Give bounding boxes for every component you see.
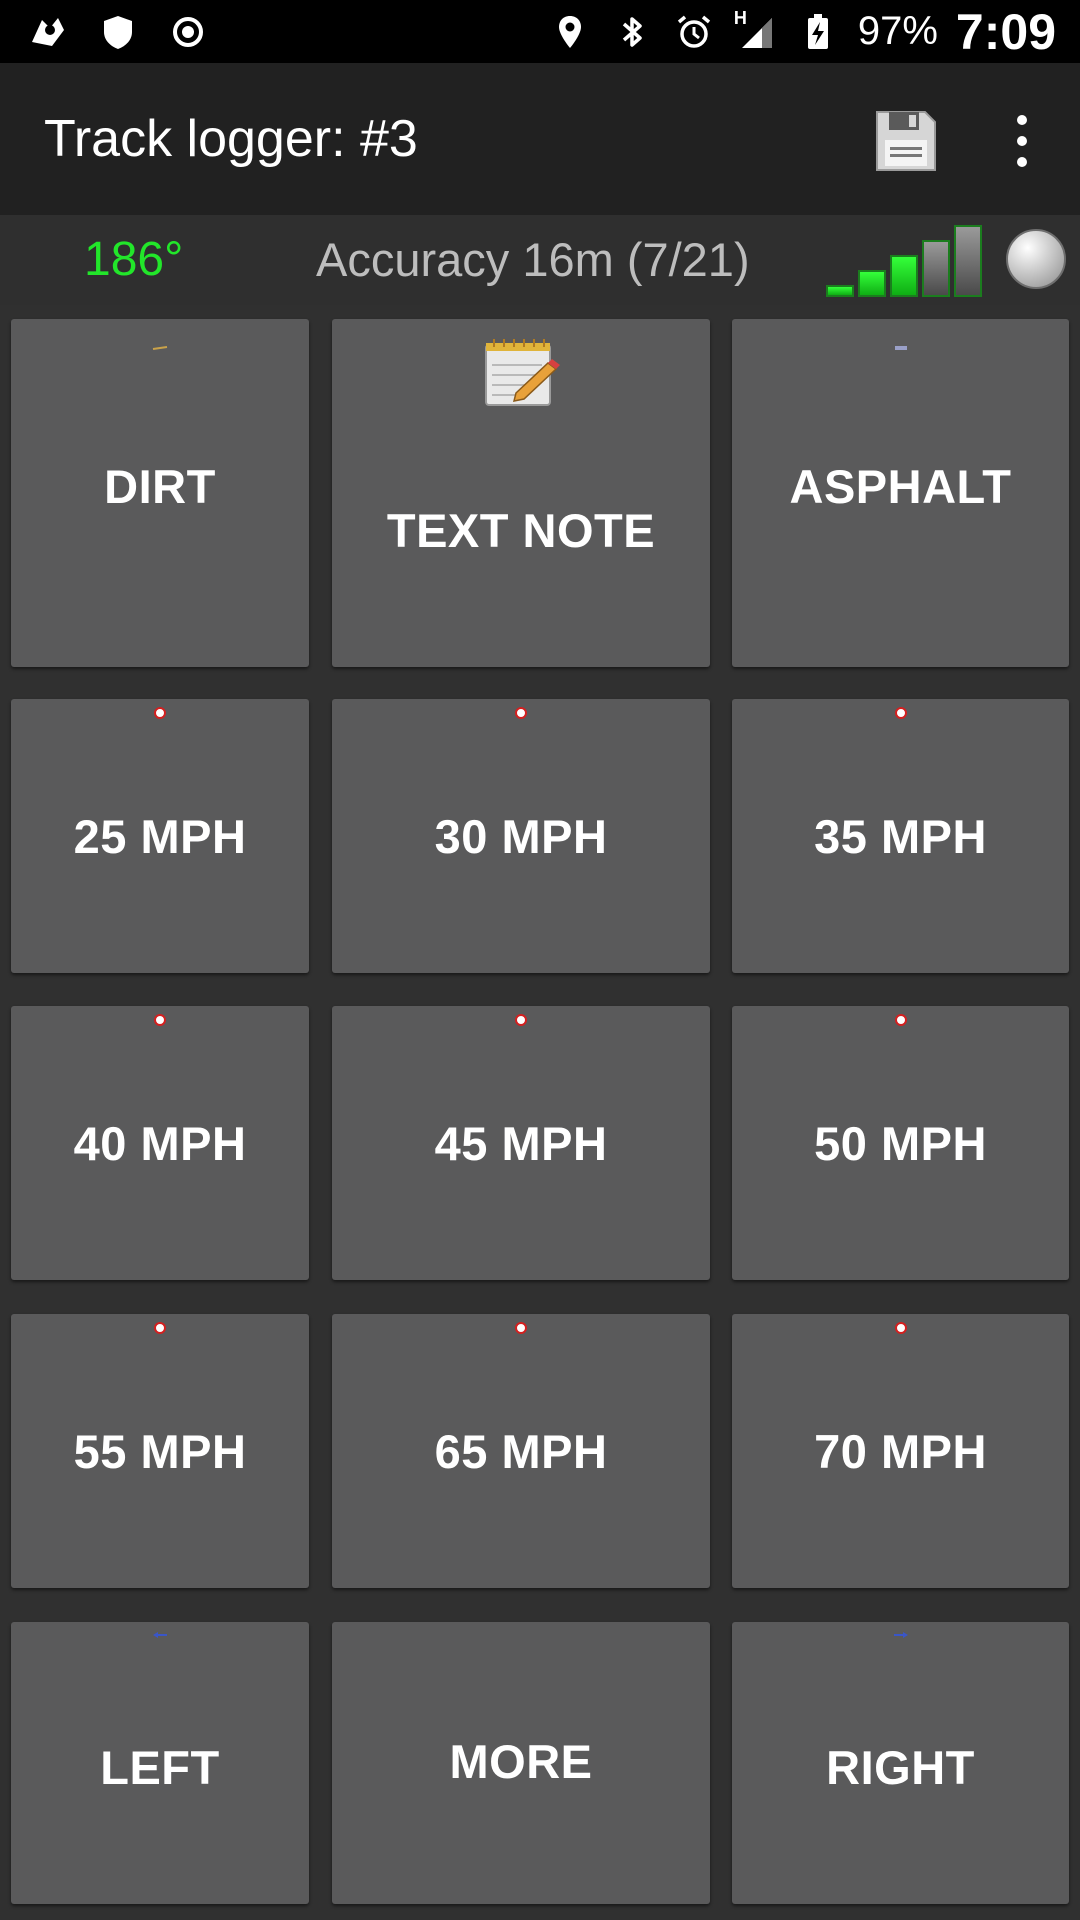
right-button[interactable]: RIGHT: [732, 1622, 1069, 1904]
tile-label: DIRT: [104, 459, 216, 513]
asphalt-icon: [894, 346, 907, 350]
app-notification-icon: [26, 10, 70, 54]
dirt-icon: [152, 346, 168, 350]
speed-25-button[interactable]: 25 MPH: [11, 699, 309, 973]
speed-sign-icon: [515, 1014, 527, 1026]
speed-50-button[interactable]: 50 MPH: [732, 1006, 1069, 1280]
network-type-label: H: [733, 7, 747, 28]
tile-label: 50 MPH: [814, 1116, 987, 1170]
speed-30-button[interactable]: 30 MPH: [332, 699, 710, 973]
speed-sign-icon: [154, 1322, 166, 1334]
signal-bar: [826, 285, 854, 297]
text-note-button[interactable]: TEXT NOTE: [332, 319, 710, 667]
more-button[interactable]: MORE: [332, 1622, 710, 1904]
heading-readout: 186°: [84, 233, 184, 286]
menu-dot-icon: [1017, 115, 1027, 125]
battery-charging-icon: [796, 10, 840, 54]
status-bar: H 97% 7:09: [0, 0, 1080, 63]
tile-label: TEXT NOTE: [386, 503, 656, 557]
tile-label: 45 MPH: [434, 1116, 608, 1170]
speed-sign-icon: [515, 1322, 527, 1334]
speed-35-button[interactable]: 35 MPH: [732, 699, 1069, 973]
save-floppy-icon: [876, 111, 936, 171]
speed-sign-icon: [894, 1322, 907, 1334]
tile-label: 65 MPH: [434, 1424, 608, 1478]
tile-label: 35 MPH: [814, 809, 987, 863]
clock-time: 7:09: [955, 3, 1056, 60]
tile-label: 30 MPH: [434, 809, 608, 863]
asphalt-button[interactable]: ASPHALT: [732, 319, 1069, 667]
tile-label: 25 MPH: [73, 809, 247, 863]
cell-signal-icon: H: [733, 7, 778, 54]
gps-status-icon[interactable]: [1006, 229, 1066, 289]
location-pin-icon: [548, 10, 592, 54]
battery-percent: 97%: [857, 9, 938, 53]
menu-dot-icon: [1017, 157, 1027, 167]
app-bar: Track logger: #3: [0, 63, 1080, 215]
signal-bar: [954, 225, 982, 297]
right-arrow-icon: [893, 1632, 908, 1638]
alarm-icon: [672, 10, 716, 54]
speed-sign-icon: [154, 707, 166, 719]
signal-bar: [858, 270, 886, 297]
speed-45-button[interactable]: 45 MPH: [332, 1006, 710, 1280]
save-button[interactable]: [870, 105, 942, 177]
signal-bar: [922, 240, 950, 297]
location-target-icon: [166, 10, 210, 54]
tile-label: 70 MPH: [814, 1424, 987, 1478]
speed-40-button[interactable]: 40 MPH: [11, 1006, 309, 1280]
speed-sign-icon: [894, 1014, 907, 1026]
tile-label: MORE: [449, 1734, 593, 1788]
overflow-menu-button[interactable]: [1000, 115, 1044, 167]
speed-sign-icon: [515, 707, 527, 719]
menu-dot-icon: [1017, 136, 1027, 146]
page-title: Track logger: #3: [44, 110, 418, 168]
tile-label: 55 MPH: [73, 1424, 247, 1478]
notepad-icon: [485, 339, 560, 406]
speed-70-button[interactable]: 70 MPH: [732, 1314, 1069, 1588]
button-grid: DIRT TEXT NOTE ASPHALT 25 MPH 30 MPH 35 …: [0, 305, 1080, 1920]
signal-bar: [890, 255, 918, 297]
bluetooth-icon: [610, 10, 654, 54]
speed-sign-icon: [894, 707, 907, 719]
left-arrow-icon: [153, 1632, 167, 1638]
shield-icon: [96, 10, 140, 54]
dirt-button[interactable]: DIRT: [11, 319, 309, 667]
tile-label: ASPHALT: [789, 459, 1012, 513]
satellite-signal-bars: [826, 221, 990, 297]
speed-55-button[interactable]: 55 MPH: [11, 1314, 309, 1588]
left-button[interactable]: LEFT: [11, 1622, 309, 1904]
tile-label: 40 MPH: [73, 1116, 247, 1170]
speed-65-button[interactable]: 65 MPH: [332, 1314, 710, 1588]
accuracy-readout: Accuracy 16m (7/21): [316, 233, 750, 286]
speed-sign-icon: [154, 1014, 166, 1026]
tile-label: RIGHT: [826, 1740, 975, 1794]
tile-label: LEFT: [100, 1740, 220, 1794]
